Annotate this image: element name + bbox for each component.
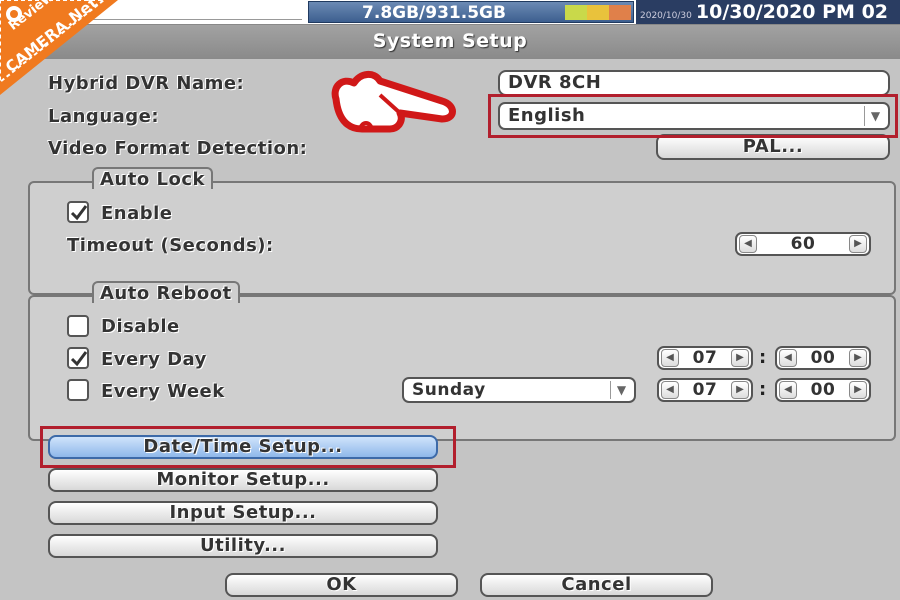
increment-icon[interactable]: ▶ bbox=[849, 381, 867, 399]
disk-usage-bar: 7.8GB/931.5GB bbox=[308, 1, 634, 23]
increment-icon[interactable]: ▶ bbox=[731, 381, 749, 399]
clock-small: 2020/10/30 bbox=[640, 11, 692, 21]
timeout-label: Timeout (Seconds): bbox=[67, 235, 274, 256]
clock-text: 10/30/2020 PM 02 bbox=[695, 1, 889, 23]
timeout-stepper[interactable]: ◀ 60 ▶ bbox=[735, 232, 871, 256]
auto-lock-enable-checkbox[interactable] bbox=[67, 201, 89, 223]
system-setup-window: System Setup Hybrid DVR Name: DVR 8CH La… bbox=[0, 24, 900, 600]
every-day-hour-stepper[interactable]: ◀ 07 ▶ bbox=[657, 346, 753, 370]
every-week-day-select[interactable]: Sunday ▼ bbox=[402, 377, 636, 403]
every-week-minute-stepper[interactable]: ◀ 00 ▶ bbox=[775, 378, 871, 402]
time-separator: : bbox=[759, 347, 767, 368]
disk-segment-green bbox=[565, 5, 587, 20]
auto-lock-legend: Auto Lock bbox=[92, 167, 213, 190]
utility-button[interactable]: Utility... bbox=[48, 534, 438, 558]
reboot-every-week-label: Every Week bbox=[101, 381, 225, 402]
reboot-every-day-label: Every Day bbox=[101, 349, 207, 370]
auto-lock-enable-label: Enable bbox=[101, 203, 173, 224]
settings-panel: Hybrid DVR Name: DVR 8CH Language: Engli… bbox=[0, 59, 900, 600]
video-format-label: Video Format Detection: bbox=[48, 138, 308, 159]
disk-usage-text: 7.8GB/931.5GB bbox=[362, 3, 506, 23]
chevron-down-icon[interactable]: ▼ bbox=[610, 381, 632, 399]
dvr-name-input[interactable]: DVR 8CH bbox=[498, 70, 890, 96]
reboot-disable-checkbox[interactable] bbox=[67, 315, 89, 337]
watermark-logo: Review CAMERA.Net bbox=[0, 0, 150, 95]
cancel-button[interactable]: Cancel bbox=[480, 573, 713, 597]
dvr-name-value: DVR 8CH bbox=[508, 72, 602, 93]
reboot-every-week-checkbox[interactable] bbox=[67, 379, 89, 401]
disk-segment-yellow bbox=[587, 5, 609, 20]
checkmark-icon bbox=[70, 351, 88, 367]
increment-icon[interactable]: ▶ bbox=[849, 349, 867, 367]
language-label: Language: bbox=[48, 106, 160, 127]
utility-label: Utility... bbox=[200, 535, 286, 556]
monitor-setup-button[interactable]: Monitor Setup... bbox=[48, 468, 438, 492]
ok-label: OK bbox=[326, 574, 357, 595]
time-separator: : bbox=[759, 379, 767, 400]
input-setup-button[interactable]: Input Setup... bbox=[48, 501, 438, 525]
date-time-highlight-box bbox=[40, 426, 456, 468]
input-setup-label: Input Setup... bbox=[169, 502, 317, 523]
reboot-disable-label: Disable bbox=[101, 316, 180, 337]
reboot-every-day-checkbox[interactable] bbox=[67, 347, 89, 369]
cancel-label: Cancel bbox=[561, 574, 632, 595]
every-day-minute-stepper[interactable]: ◀ 00 ▶ bbox=[775, 346, 871, 370]
pointing-hand-icon bbox=[331, 71, 456, 133]
increment-icon[interactable]: ▶ bbox=[731, 349, 749, 367]
increment-icon[interactable]: ▶ bbox=[849, 235, 867, 253]
monitor-setup-label: Monitor Setup... bbox=[156, 469, 330, 490]
video-format-button-label: PAL... bbox=[742, 136, 804, 157]
auto-reboot-legend: Auto Reboot bbox=[92, 281, 240, 304]
language-highlight-box bbox=[488, 94, 898, 138]
every-week-day-value: Sunday bbox=[412, 380, 486, 400]
clock-display: 2020/10/30 10/30/2020 PM 02 bbox=[636, 0, 900, 24]
checkmark-icon bbox=[70, 205, 88, 221]
disk-segment-orange bbox=[609, 5, 631, 20]
every-week-hour-stepper[interactable]: ◀ 07 ▶ bbox=[657, 378, 753, 402]
ok-button[interactable]: OK bbox=[225, 573, 458, 597]
